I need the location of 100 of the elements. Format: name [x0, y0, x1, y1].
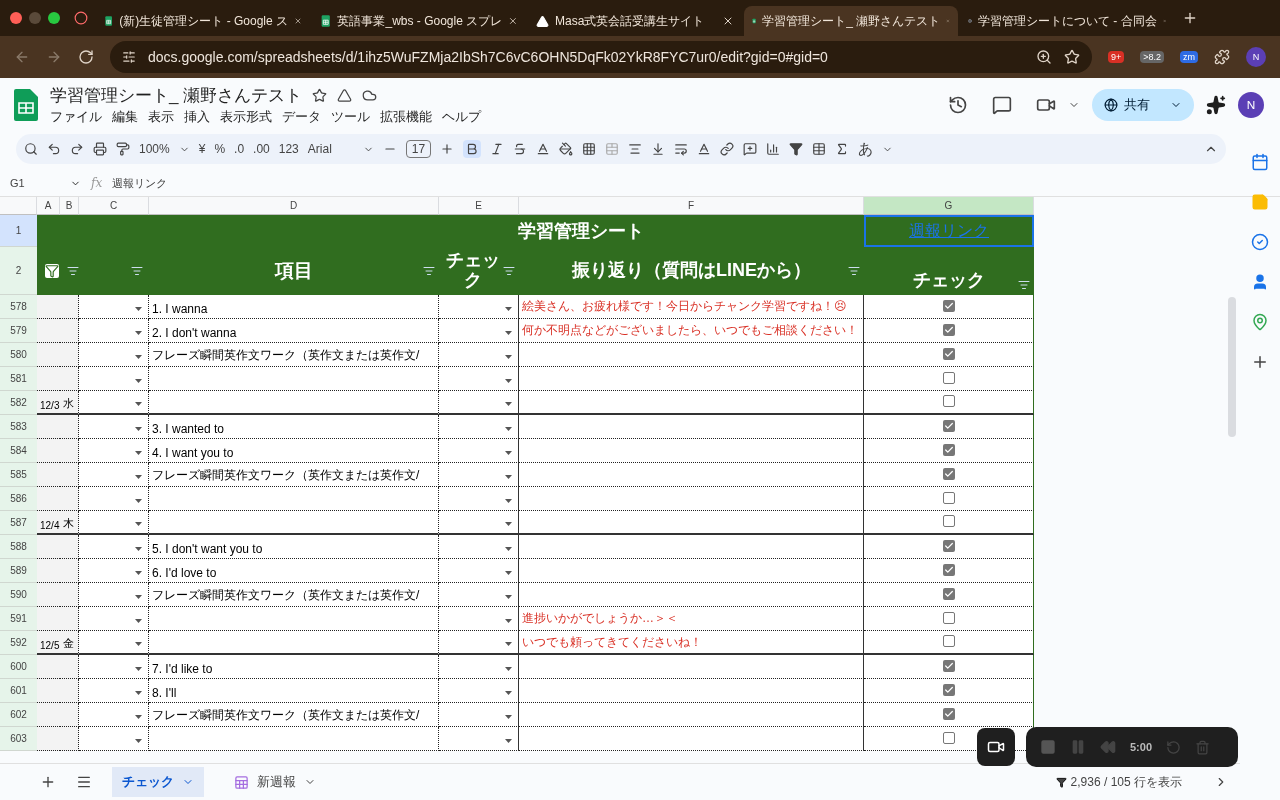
user-avatar[interactable]: N [1238, 92, 1264, 118]
dropdown-icon[interactable] [505, 355, 512, 359]
sheet-tab[interactable]: 新週報 [224, 767, 326, 797]
row-header[interactable]: 601 [0, 679, 37, 703]
add-sheet-icon[interactable] [40, 774, 56, 790]
row-header[interactable]: 586 [0, 487, 37, 511]
formula-field[interactable]: 週報リンク [112, 175, 168, 191]
site-settings-icon[interactable] [122, 50, 136, 64]
dropdown-icon[interactable] [505, 307, 512, 311]
filter-menu-icon[interactable] [1018, 279, 1030, 291]
dropdown-icon[interactable] [505, 595, 512, 599]
move-icon[interactable] [337, 88, 353, 103]
paint-format-icon[interactable] [116, 142, 130, 156]
history-icon[interactable] [948, 95, 968, 115]
name-box[interactable]: G1 [10, 177, 60, 189]
profile-avatar[interactable]: N [1246, 47, 1266, 67]
dropdown-icon[interactable] [505, 499, 512, 503]
text-color-icon[interactable] [536, 142, 551, 156]
dropdown-icon[interactable] [135, 451, 142, 455]
filter-menu-icon[interactable] [131, 265, 143, 277]
dropdown-icon[interactable] [135, 571, 142, 575]
dropdown-icon[interactable] [505, 475, 512, 479]
extension-badge[interactable]: zm [1180, 51, 1198, 63]
record-icon[interactable] [74, 11, 88, 25]
dropdown-icon[interactable] [505, 571, 512, 575]
row-header[interactable]: 603 [0, 727, 37, 751]
dropdown-icon[interactable] [505, 547, 512, 551]
fill-color-icon[interactable] [559, 142, 574, 156]
checkbox[interactable] [942, 467, 955, 480]
menu-item[interactable]: 挿入 [184, 109, 210, 126]
row-header[interactable]: 589 [0, 559, 37, 583]
sheet-tab[interactable]: チェック [112, 767, 204, 797]
row-header[interactable]: 590 [0, 583, 37, 607]
checkbox[interactable] [942, 611, 955, 624]
dropdown-icon[interactable] [135, 547, 142, 551]
currency-button[interactable]: ¥ [198, 142, 206, 156]
menu-item[interactable]: データ [282, 109, 321, 126]
tasks-icon[interactable] [1251, 233, 1269, 251]
star-icon[interactable] [312, 88, 328, 103]
dropdown-icon[interactable] [135, 427, 142, 431]
column-header[interactable]: E [439, 197, 519, 215]
input-tools-button[interactable]: あ [858, 139, 874, 159]
table-icon[interactable] [812, 142, 827, 156]
checkbox[interactable] [942, 299, 955, 312]
checkbox[interactable] [942, 683, 955, 696]
checkbox[interactable] [942, 443, 955, 456]
checkbox[interactable] [942, 371, 955, 384]
extension-badge[interactable]: >8.2 [1140, 51, 1164, 63]
valign-icon[interactable] [651, 142, 666, 156]
sheet-icon[interactable] [234, 774, 249, 790]
address-bar[interactable]: docs.google.com/spreadsheets/d/1ihz5WuFZMja2IbSh7C6vC6OHN5DqFk02YkR8FYC7ur0/edit?gid=0#gid=0 [110, 41, 1092, 73]
dropdown-icon[interactable] [135, 739, 142, 743]
dropdown-icon[interactable] [135, 642, 142, 646]
redo-icon[interactable] [70, 142, 84, 156]
filter-menu-icon[interactable] [503, 265, 515, 277]
menu-item[interactable]: 拡張機能 [380, 109, 432, 126]
row-header[interactable]: 600 [0, 655, 37, 679]
dropdown-icon[interactable] [135, 667, 142, 671]
column-header[interactable]: A [37, 197, 60, 215]
browser-tab[interactable]: Masa式英会話受講生サイト [528, 6, 742, 36]
dropdown-icon[interactable] [505, 522, 512, 526]
dropdown-icon[interactable] [135, 475, 142, 479]
filter-menu-icon[interactable] [423, 265, 435, 277]
row-header[interactable]: 578 [0, 295, 37, 319]
bookmark-icon[interactable] [1063, 49, 1080, 65]
row-header[interactable]: 592 [0, 631, 37, 655]
increase-decimal-button[interactable]: .00 [253, 142, 270, 156]
extensions-icon[interactable] [1214, 49, 1230, 65]
dropdown-icon[interactable] [135, 595, 142, 599]
align-icon[interactable] [628, 142, 643, 156]
checkbox[interactable] [942, 323, 955, 336]
menu-item[interactable]: ツール [331, 109, 370, 126]
checkbox[interactable] [942, 395, 955, 407]
strikethrough-icon[interactable] [513, 142, 528, 156]
filter-icon[interactable] [1055, 776, 1067, 788]
checkbox[interactable] [942, 347, 955, 360]
checkbox[interactable] [942, 707, 955, 720]
add-comment-icon[interactable] [743, 142, 758, 156]
dropdown-icon[interactable] [505, 331, 512, 335]
bold-button[interactable] [463, 140, 482, 158]
link-icon[interactable] [720, 142, 735, 156]
dropdown-icon[interactable] [135, 355, 142, 359]
search-icon[interactable] [24, 142, 38, 156]
zoom-window-button[interactable] [48, 12, 60, 24]
row-header[interactable]: 2 [0, 247, 37, 295]
dropdown-icon[interactable] [135, 331, 142, 335]
menu-item[interactable]: ファイル [50, 109, 102, 126]
dropdown-icon[interactable] [135, 307, 142, 311]
dropdown-icon[interactable] [505, 379, 512, 383]
checkbox[interactable] [942, 659, 955, 672]
dropdown-icon[interactable] [135, 522, 142, 526]
checkbox[interactable] [942, 515, 955, 527]
dropdown-icon[interactable] [135, 499, 142, 503]
row-header[interactable]: 580 [0, 343, 37, 367]
row-header[interactable]: 602 [0, 703, 37, 727]
browser-tab[interactable]: 英語事業_wbs - Google スプレ [312, 6, 526, 36]
calendar-icon[interactable] [1251, 153, 1269, 171]
browser-tab[interactable]: (新)生徒管理シート - Google ス [96, 6, 310, 36]
filter-icon[interactable] [789, 142, 804, 156]
extension-badge[interactable]: 9+ [1107, 51, 1125, 63]
